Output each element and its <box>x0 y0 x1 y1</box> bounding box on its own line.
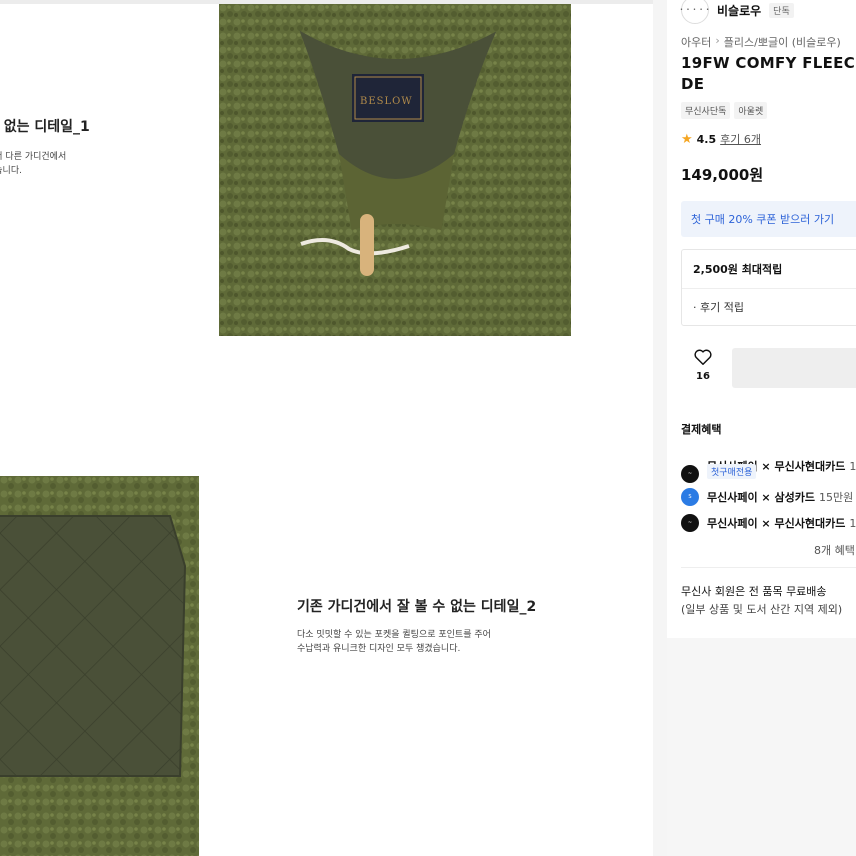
detail2-description: 다소 밋밋할 수 있는 포켓을 퀼팅으로 포인트를 주어 수납력과 유니크한 디… <box>297 628 491 656</box>
badge-outlet: 아울렛 <box>734 102 768 119</box>
exclusive-tag: 단독 <box>769 2 794 18</box>
payment-benefit-note: 1만 <box>849 460 856 473</box>
breadcrumb-item-fleece[interactable]: 플리스/뽀글이 (비슬로우) <box>724 34 841 50</box>
heart-icon <box>694 349 712 365</box>
product-title: 19FW COMFY FLEECE DE <box>681 54 856 93</box>
detail-photo-pocket <box>0 476 199 856</box>
payment-benefit-name: 무신사페이 × 삼성카드 <box>707 491 815 504</box>
detail2-title: 기존 가디건에서 잘 볼 수 없는 디테일_2 <box>297 599 537 615</box>
product-price: 149,000원 <box>681 166 764 184</box>
rating-score: 4.5 <box>696 132 717 146</box>
payment-benefit-note: 15만원 이 <box>818 491 856 504</box>
sidebar-footer-area <box>667 638 856 856</box>
points-divider <box>682 288 856 289</box>
more-benefits-link[interactable]: 8개 혜택 <box>814 542 855 558</box>
breadcrumb-item-outer[interactable]: 아우터 <box>681 34 711 50</box>
product-badges: 무신사단독 아울렛 <box>681 102 768 119</box>
points-box: 2,500원 최대적립 · 후기 적립 <box>681 249 856 326</box>
samsung-card-icon: S <box>681 488 699 506</box>
payment-benefit-row[interactable]: ~ 무신사페이 × 무신사현대카드 15 <box>681 514 856 532</box>
purchase-button[interactable] <box>732 348 856 388</box>
brand-label-text: BESLOW <box>360 96 413 107</box>
detail2-line2: 수납력과 유니크한 디자인 모두 챙겼습니다. <box>297 644 461 654</box>
product-info-sidebar: • • • • • 비슬로우 단독 아우터 › 플리스/뽀글이 (비슬로우) 1… <box>667 0 856 856</box>
badge-exclusive: 무신사단독 <box>681 102 731 119</box>
detail1-description: 에서 다른 가디건에서 있습니다. <box>0 150 66 178</box>
payment-benefits-title: 결제혜택 <box>681 423 722 436</box>
product-detail-content: BESLOW 수 없는 디테일_1 에서 다른 가디건에서 있습니다. <box>0 0 653 856</box>
payment-benefit-name: 무신사페이 × 무신사현대카드 <box>707 517 846 530</box>
chevron-right-icon: › <box>715 34 720 47</box>
payment-benefit-row[interactable]: S 무신사페이 × 삼성카드 15만원 이 <box>681 488 856 506</box>
hyundai-card-icon: ~ <box>681 514 699 532</box>
detail1-line2: 있습니다. <box>0 166 22 176</box>
like-button[interactable]: 16 <box>681 349 725 382</box>
detail-photo-collar: BESLOW <box>219 4 571 336</box>
first-purchase-coupon-button[interactable]: 첫 구매 20% 쿠폰 받으러 가기 <box>681 201 856 237</box>
rating: ★ 4.5 후기 6개 <box>681 131 761 147</box>
detail2-line1: 다소 밋밋할 수 있는 포켓을 퀼팅으로 포인트를 주어 <box>297 630 491 640</box>
free-shipping-text: 무신사 회원은 전 품목 무료배송 <box>681 585 827 598</box>
brand-name[interactable]: 비슬로우 <box>717 2 761 19</box>
detail1-title: 수 없는 디테일_1 <box>0 119 90 135</box>
review-points: · 후기 적립 <box>693 301 744 314</box>
review-count-link[interactable]: 후기 6개 <box>720 131 761 147</box>
hyundai-card-icon: ~ <box>681 465 699 483</box>
section-divider <box>681 567 856 568</box>
brand-logo[interactable]: • • • • • <box>680 0 709 24</box>
detail1-line1: 에서 다른 가디건에서 <box>0 152 67 162</box>
breadcrumb: 아우터 › 플리스/뽀글이 (비슬로우) <box>681 34 841 50</box>
first-purchase-only-tag: 첫구매전용 <box>707 464 757 479</box>
shipping-exception-text: (일부 상품 및 도서 산간 지역 제외) <box>681 603 843 616</box>
max-points: 2,500원 최대적립 <box>693 263 783 276</box>
like-count: 16 <box>696 371 710 382</box>
brand-row[interactable]: • • • • • 비슬로우 단독 <box>680 0 794 24</box>
payment-benefit-note: 15 <box>849 516 856 530</box>
star-icon: ★ <box>681 131 693 147</box>
panel-divider <box>653 0 667 856</box>
